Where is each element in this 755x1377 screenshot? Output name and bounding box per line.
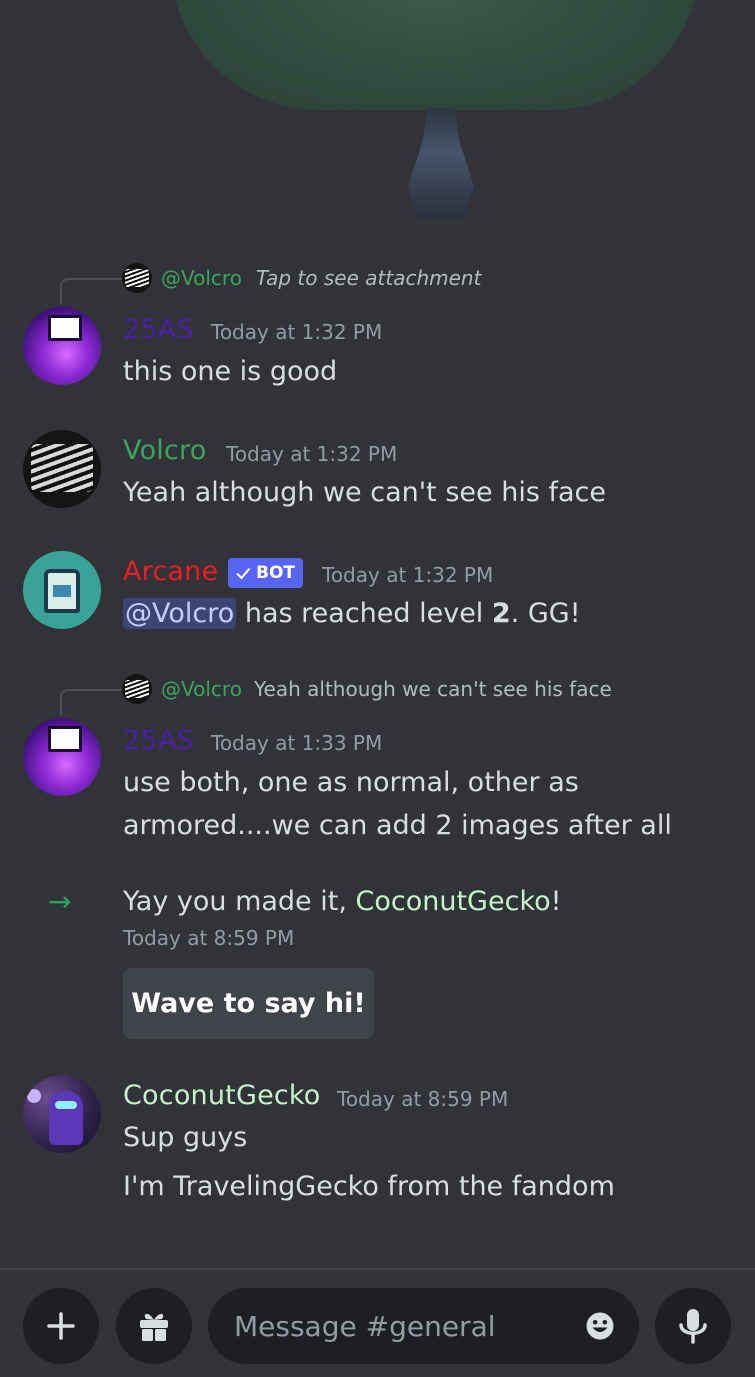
reply-mention[interactable]: @Volcro bbox=[161, 266, 242, 290]
message-fragment: has reached level bbox=[236, 598, 492, 629]
message-text-line: Sup guys bbox=[123, 1122, 248, 1153]
gift-icon bbox=[140, 1313, 168, 1341]
join-arrow-icon: → bbox=[48, 885, 72, 918]
message-text: @Volcro has reached level 2. GG! bbox=[123, 592, 581, 635]
bot-label: BOT bbox=[256, 563, 296, 583]
timestamp: Today at 1:32 PM bbox=[211, 320, 383, 344]
voice-button[interactable] bbox=[655, 1288, 731, 1364]
message-input[interactable] bbox=[232, 1308, 585, 1344]
image-attachment-detail bbox=[408, 108, 474, 220]
avatar[interactable] bbox=[23, 718, 101, 796]
message-text: this one is good bbox=[123, 356, 338, 387]
timestamp: Today at 1:33 PM bbox=[211, 731, 383, 755]
microphone-icon bbox=[679, 1309, 707, 1344]
author-name[interactable]: Arcane bbox=[123, 556, 218, 587]
timestamp: Today at 8:59 PM bbox=[123, 926, 295, 950]
gift-button[interactable] bbox=[116, 1288, 192, 1364]
message-input-container[interactable] bbox=[208, 1288, 639, 1364]
emoji-icon[interactable] bbox=[585, 1306, 615, 1346]
reply-connector bbox=[60, 689, 122, 715]
avatar[interactable] bbox=[23, 307, 101, 385]
avatar[interactable] bbox=[23, 551, 101, 629]
add-attachment-button[interactable] bbox=[23, 1288, 99, 1364]
check-icon bbox=[236, 567, 251, 580]
user-mention[interactable]: @Volcro bbox=[123, 598, 237, 629]
reply-avatar[interactable] bbox=[122, 674, 152, 704]
message-text-line: I'm TravelingGecko from the fandom bbox=[123, 1171, 615, 1202]
message-text-line: armored....we can add 2 images after all bbox=[123, 810, 672, 841]
author-name[interactable]: CoconutGecko bbox=[123, 1080, 321, 1111]
wave-button[interactable]: Wave to say hi! bbox=[123, 968, 374, 1039]
message-fragment: . GG! bbox=[510, 598, 581, 629]
reply-preview-text[interactable]: Yeah although we can't see his face bbox=[254, 677, 612, 701]
reply-avatar[interactable] bbox=[122, 263, 152, 293]
reply-preview-text[interactable]: Tap to see attachment bbox=[256, 266, 481, 290]
avatar[interactable] bbox=[23, 430, 101, 508]
join-message: Yay you made it, CoconutGecko! bbox=[123, 880, 561, 923]
message-text-line: use both, one as normal, other as bbox=[123, 767, 579, 798]
avatar[interactable] bbox=[23, 1075, 101, 1153]
reply-connector bbox=[60, 278, 122, 304]
join-text: ! bbox=[550, 886, 562, 917]
image-attachment[interactable] bbox=[170, 0, 700, 110]
timestamp: Today at 8:59 PM bbox=[337, 1087, 509, 1111]
plus-icon bbox=[47, 1312, 75, 1340]
author-name[interactable]: 25AS bbox=[123, 314, 194, 345]
reply-mention[interactable]: @Volcro bbox=[161, 677, 242, 701]
level-value: 2 bbox=[491, 598, 511, 629]
timestamp: Today at 1:32 PM bbox=[226, 442, 398, 466]
message-text: Yeah although we can't see his face bbox=[123, 477, 606, 508]
author-name[interactable]: Volcro bbox=[123, 435, 206, 466]
join-text: Yay you made it, bbox=[123, 886, 356, 917]
bot-tag: BOT bbox=[228, 558, 304, 588]
join-username[interactable]: CoconutGecko bbox=[356, 886, 551, 917]
author-name[interactable]: 25AS bbox=[123, 725, 194, 756]
timestamp: Today at 1:32 PM bbox=[322, 563, 494, 587]
